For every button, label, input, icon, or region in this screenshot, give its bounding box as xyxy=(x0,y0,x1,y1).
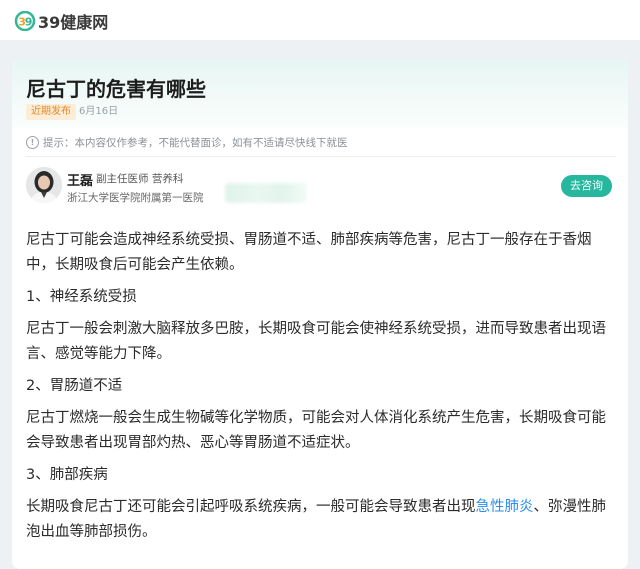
logo-icon: 3 9 xyxy=(14,11,36,31)
doctor-title: 副主任医师 营养科 xyxy=(96,173,184,185)
article-card: 尼古丁的危害有哪些 近期发布 6月16日 ! 提示：本内容仅作参考，不能代替面诊… xyxy=(12,59,628,569)
doctor-hospital: 浙江大学医学院附属第一医院 xyxy=(67,192,204,204)
divider xyxy=(26,156,616,157)
article-body: 尼古丁可能会造成神经系统受损、胃肠道不适、肺部疾病等危害，尼古丁一般存在于香烟中… xyxy=(26,228,617,545)
site-logo[interactable]: 3 9 39健康网 xyxy=(14,9,108,33)
paragraph-text: 长期吸食尼古丁还可能会引起呼吸系统疾病，一般可能会导致患者出现 xyxy=(26,499,476,515)
disclaimer-text: 提示：本内容仅作参考，不能代替面诊，如有不适请尽快线下就医 xyxy=(43,136,348,149)
avatar[interactable] xyxy=(26,167,62,203)
doctor-photo-icon xyxy=(26,167,62,203)
section-paragraph: 长期吸食尼古丁还可能会引起呼吸系统疾病，一般可能会导致患者出现急性肺炎、弥漫性肺… xyxy=(26,495,617,545)
top-bar: 3 9 39健康网 xyxy=(0,0,640,40)
section-heading: 2、胃肠道不适 xyxy=(26,378,123,394)
doctor-name[interactable]: 王磊 xyxy=(67,170,93,189)
intro-paragraph: 尼古丁可能会造成神经系统受损、胃肠道不适、肺部疾病等危害，尼古丁一般存在于香烟中… xyxy=(26,232,592,273)
info-icon: ! xyxy=(26,135,39,149)
disease-link[interactable]: 急性肺炎 xyxy=(476,499,534,515)
publish-date: 6月16日 xyxy=(79,106,119,117)
status-badge: 近期发布 xyxy=(26,104,76,120)
svg-text:9: 9 xyxy=(25,16,33,29)
section-heading: 1、神经系统受损 xyxy=(26,289,137,305)
disclaimer-notice: ! 提示：本内容仅作参考，不能代替面诊，如有不适请尽快线下就医 xyxy=(26,133,616,151)
blurred-banner xyxy=(225,183,307,203)
section-paragraph: 尼古丁一般会刺激大脑释放多巴胺，长期吸食可能会使神经系统受损，进而导致患者出现语… xyxy=(26,321,606,362)
page-title: 尼古丁的危害有哪些 xyxy=(26,77,206,101)
consult-button[interactable]: 去咨询 xyxy=(561,175,612,197)
logo-text: 39健康网 xyxy=(38,13,109,32)
section-paragraph: 尼古丁燃烧一般会生成生物碱等化学物质，可能会对人体消化系统产生危害，长期吸食可能… xyxy=(26,410,606,451)
section-heading: 3、肺部疾病 xyxy=(26,467,108,483)
